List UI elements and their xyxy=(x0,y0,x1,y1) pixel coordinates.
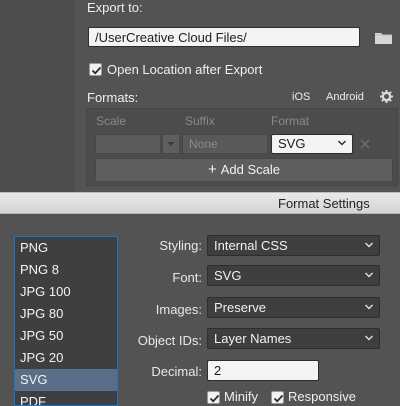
dialog-title-bar: Format Settings xyxy=(0,192,400,214)
chevron-down-icon xyxy=(338,140,346,146)
column-header-suffix: Suffix xyxy=(185,114,215,128)
minify-label: Minify xyxy=(224,389,258,404)
export-to-label: Export to: xyxy=(87,0,143,15)
open-location-checkbox[interactable] xyxy=(89,63,102,76)
checkmark-icon xyxy=(209,394,220,403)
plus-icon: + xyxy=(207,161,217,178)
images-value: Preserve xyxy=(214,300,267,315)
styling-label: Styling: xyxy=(159,238,202,253)
chevron-down-icon xyxy=(167,142,175,146)
scale-field[interactable] xyxy=(95,134,161,154)
styling-select[interactable]: Internal CSS xyxy=(207,235,380,256)
checkmark-icon xyxy=(91,66,102,75)
add-scale-label: Add Scale xyxy=(220,162,281,177)
images-label: Images: xyxy=(155,302,202,317)
folder-icon[interactable] xyxy=(375,31,392,44)
chevron-down-icon xyxy=(365,242,373,248)
chevron-down-icon xyxy=(365,272,373,278)
decimal-label: Decimal: xyxy=(151,364,202,379)
chevron-down-icon xyxy=(365,335,373,341)
chevron-down-icon xyxy=(365,304,373,310)
responsive-label: Responsive xyxy=(288,389,356,404)
styling-value: Internal CSS xyxy=(214,238,288,253)
scale-dropdown-button[interactable] xyxy=(162,134,180,154)
font-label: Font: xyxy=(172,270,202,285)
responsive-checkbox[interactable] xyxy=(271,391,284,404)
font-select[interactable]: SVG xyxy=(207,265,380,286)
list-item-pdf[interactable]: PDF xyxy=(15,391,117,405)
decimal-field[interactable]: 2 xyxy=(207,360,319,381)
object-ids-value: Layer Names xyxy=(214,331,292,346)
add-scale-button[interactable]: + Add Scale xyxy=(95,158,393,182)
left-panel-strip xyxy=(0,0,73,192)
format-select[interactable]: SVG xyxy=(271,134,353,154)
format-select-value: SVG xyxy=(278,136,306,151)
font-value: SVG xyxy=(214,268,242,283)
object-ids-label: Object IDs: xyxy=(137,333,202,348)
suffix-field[interactable]: None xyxy=(182,134,268,154)
open-location-label: Open Location after Export xyxy=(107,62,263,77)
formats-label: Formats: xyxy=(87,90,139,105)
dialog-title: Format Settings xyxy=(278,196,370,211)
column-header-scale: Scale xyxy=(96,114,127,128)
close-icon[interactable] xyxy=(359,137,371,149)
export-path-field[interactable]: /UserCreative Cloud Files/ xyxy=(88,27,360,47)
format-list[interactable]: PNG PNG 8 JPG 100 JPG 80 JPG 50 JPG 20 S… xyxy=(14,236,118,406)
android-button[interactable]: Android xyxy=(326,91,364,103)
gear-icon[interactable] xyxy=(380,90,393,103)
ios-button[interactable]: iOS xyxy=(292,91,310,103)
minify-checkbox[interactable] xyxy=(207,391,220,404)
column-header-format: Format xyxy=(271,114,310,128)
images-select[interactable]: Preserve xyxy=(207,297,380,318)
checkmark-icon xyxy=(273,394,284,403)
object-ids-select[interactable]: Layer Names xyxy=(207,328,380,349)
